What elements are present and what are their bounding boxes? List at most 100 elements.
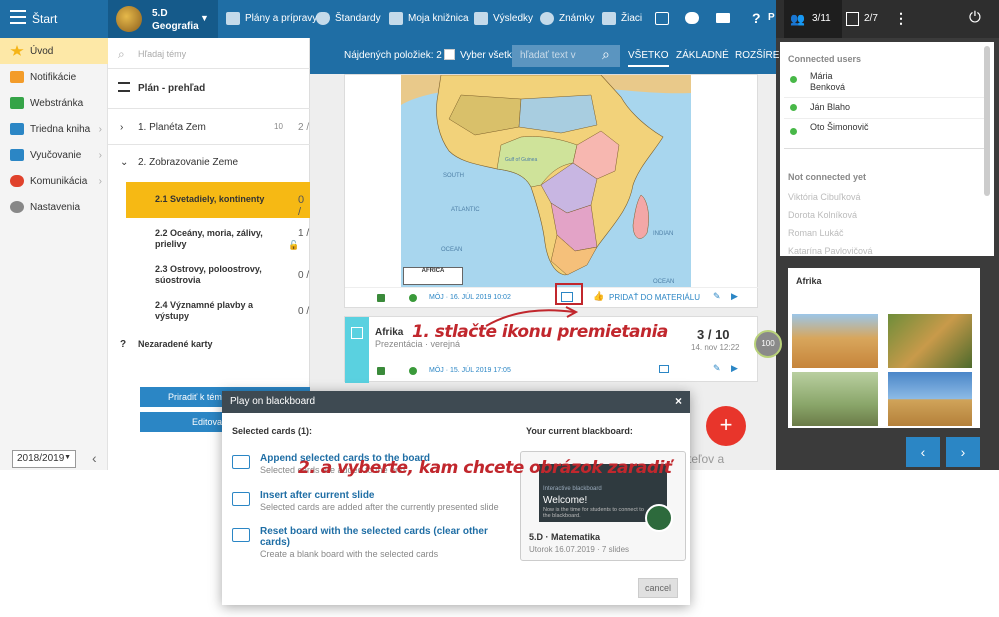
subtopic-label: 2.2 Oceány, moria, zálivy, prielivy: [155, 228, 263, 249]
zebras-image: [792, 372, 878, 426]
users-tab[interactable]: 👥 3/11: [784, 0, 842, 38]
sidebar-item-notifications[interactable]: Notifikácie: [0, 64, 108, 90]
thumb-up-icon[interactable]: 👍: [593, 291, 604, 302]
nav-plans[interactable]: Plány a prípravy: [226, 12, 317, 25]
boards-icon[interactable]: [846, 12, 859, 26]
subtopic-progress: 1 /: [298, 228, 310, 239]
nav-students[interactable]: Žiaci: [602, 12, 642, 25]
online-dot: [790, 76, 797, 83]
annotation-step-2: 2. a vyberte, kam chcete obrázok zaradiť: [298, 458, 672, 478]
collapse-icon[interactable]: ‹: [92, 450, 97, 466]
chevron-right-icon: ›: [98, 175, 102, 187]
dialog-title: Play on blackboard: [230, 396, 316, 407]
board-welcome: Welcome!: [543, 495, 588, 506]
reset-option[interactable]: Reset board with the selected cards (cle…: [232, 526, 502, 560]
play-on-blackboard-dialog: Play on blackboard × Selected cards (1):…: [222, 391, 690, 605]
map-card[interactable]: SOUTH ATLANTIC OCEAN INDIAN OCEAN Gulf o…: [344, 74, 759, 308]
pyramids-image: [888, 372, 972, 426]
topic-search-input[interactable]: Hľadaj témy: [138, 49, 186, 59]
connected-user: Oto Šimonovič: [810, 122, 869, 132]
prev-slide-button[interactable]: ‹: [906, 437, 940, 467]
board-info: Utorok 16.07.2019 · 7 slides: [529, 545, 630, 554]
tag-icon[interactable]: [377, 294, 385, 302]
map-label: INDIAN: [653, 231, 673, 237]
sidebar-label: Komunikácia: [30, 175, 88, 187]
grade-icon: [540, 12, 554, 25]
select-all-checkbox[interactable]: [444, 49, 455, 60]
start-link[interactable]: Štart: [32, 12, 57, 26]
mail-icon[interactable]: [716, 13, 730, 23]
power-icon[interactable]: ⏻: [969, 9, 981, 26]
cast-highlight: [555, 283, 583, 305]
append-icon: [232, 455, 250, 469]
lock-icon: 🔓: [288, 240, 300, 250]
nav-label: Žiaci: [621, 13, 643, 24]
online-dot: [790, 104, 797, 111]
cast-icon[interactable]: [659, 365, 669, 373]
class-selector[interactable]: 5.D Geografia ▼: [108, 0, 218, 38]
tab-all[interactable]: VŠETKO: [628, 50, 669, 67]
bar-chart-icon: [474, 12, 488, 25]
sidebar-item-home[interactable]: Úvod: [0, 38, 108, 64]
play-icon[interactable]: ▶: [731, 291, 738, 302]
subtopic-row-active[interactable]: 2.1 Svetadiely, kontinenty 0 /: [126, 182, 310, 218]
tag-icon[interactable]: [377, 367, 385, 375]
edit-icon[interactable]: ✎: [713, 291, 721, 302]
sidebar-item-website[interactable]: Webstránka: [0, 90, 108, 116]
edit-icon[interactable]: ✎: [713, 363, 721, 374]
map-legend: AFRICA: [403, 267, 463, 285]
connected-user: Mária Benková: [810, 71, 846, 92]
nav-label: Plány a prípravy: [245, 13, 318, 24]
desert-image: [792, 314, 878, 368]
card-meta: MÔJ · 15. JÚL 2019 17:05: [429, 367, 511, 374]
close-icon[interactable]: ×: [675, 394, 682, 408]
nav-standards[interactable]: Štandardy: [316, 12, 381, 25]
add-to-material-button[interactable]: PRIDAŤ DO MATERIÁLU: [609, 293, 700, 302]
tab-extended[interactable]: ROZŠÍRE: [735, 50, 779, 61]
cancel-button[interactable]: cancel: [638, 578, 678, 598]
unassigned-label: Nezaradené karty: [138, 339, 213, 349]
sidebar-item-settings[interactable]: Nastavenia: [0, 194, 108, 220]
items-found: Nájdených položiek: 2: [344, 50, 442, 61]
nav-label: Štandardy: [335, 13, 381, 24]
board-header: Interactive blackboard: [543, 486, 602, 492]
topic-progress: 2 /: [298, 122, 310, 133]
topic-count: 10: [274, 122, 283, 131]
sidebar-item-teaching[interactable]: Vyučovanie ›: [0, 142, 108, 168]
annotation-arrow: [485, 306, 579, 327]
chat-icon[interactable]: [685, 12, 699, 24]
school-year-select[interactable]: 2018/2019 ▼: [12, 450, 76, 468]
option-description: Selected cards are added after the curre…: [260, 502, 499, 512]
gear-icon: [10, 201, 24, 213]
help-icon[interactable]: ?: [752, 10, 761, 26]
nav-grades[interactable]: Známky: [540, 12, 595, 25]
nav-results[interactable]: Výsledky: [474, 12, 533, 25]
pending-user: Dorota Kolníková: [788, 210, 858, 220]
add-fab-button[interactable]: +: [706, 406, 746, 446]
next-slide-button[interactable]: ›: [946, 437, 980, 467]
insert-option[interactable]: Insert after current slide Selected card…: [232, 490, 502, 512]
sidebar-item-classbook[interactable]: Triedna kniha ›: [0, 116, 108, 142]
search-icon[interactable]: ⌕: [602, 46, 610, 63]
map-label: ATLANTIC: [451, 207, 480, 213]
play-icon[interactable]: ▶: [731, 363, 738, 374]
book-icon: [10, 123, 24, 135]
globe-icon: [409, 367, 417, 375]
pending-user: Viktória Cibuľková: [788, 192, 861, 202]
nav-library[interactable]: Moja knižnica: [389, 12, 469, 25]
card-meta: MÔJ · 16. JÚL 2019 10:02: [429, 294, 511, 301]
profile-initial[interactable]: P: [768, 12, 775, 23]
card-checkbox[interactable]: [351, 327, 363, 339]
folder-icon: [226, 12, 240, 25]
cast-icon[interactable]: [655, 12, 669, 25]
chevron-right-icon: ›: [98, 123, 102, 135]
sidebar-label: Vyučovanie: [30, 149, 82, 161]
tab-basic[interactable]: ZÁKLADNÉ: [676, 50, 729, 61]
pending-user: Roman Lukáč: [788, 228, 844, 238]
chevron-right-icon: ›: [98, 149, 102, 161]
scrollbar[interactable]: [984, 46, 990, 196]
more-icon[interactable]: ⋮: [894, 10, 908, 27]
menu-icon[interactable]: [10, 10, 26, 24]
sidebar-item-communication[interactable]: Komunikácia ›: [0, 168, 108, 194]
connected-user: Ján Blaho: [810, 102, 851, 112]
